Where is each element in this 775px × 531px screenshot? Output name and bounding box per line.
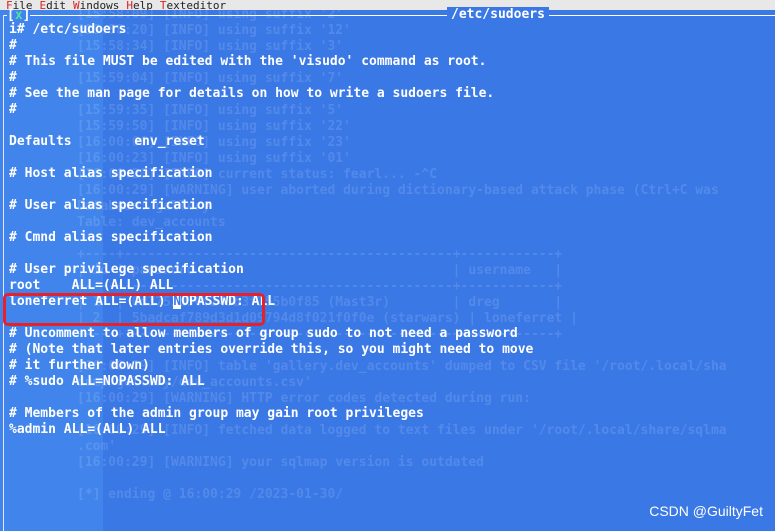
highlight-box: [3, 293, 265, 326]
window-left-border: [3, 15, 4, 531]
editor-line: # Host alias specification: [9, 166, 213, 181]
editor-line: i# /etc/sudoers: [9, 22, 127, 37]
watermark: CSDN @GuiltyFet: [649, 503, 763, 519]
window-title: /etc/sudoers: [447, 7, 549, 23]
menu-bar: File Edit Windows Help Texteditor: [0, 0, 775, 10]
editor-line: Defaults env_reset: [9, 134, 205, 149]
menu-texteditor[interactable]: Texteditor: [160, 0, 226, 10]
editor-line: # Uncomment to allow members of group su…: [9, 326, 518, 341]
menu-edit[interactable]: Edit: [40, 0, 67, 10]
editor-line: #: [9, 102, 17, 117]
editor-text-area[interactable]: i# /etc/sudoers # # This file MUST be edit…: [9, 22, 533, 438]
editor-line: #: [9, 70, 17, 85]
editor-line: # See the man page for details on how to…: [9, 86, 495, 101]
editor-line: # %sudo ALL=NOPASSWD: ALL: [9, 374, 205, 389]
background-line: [*] ending @ 16:00:29 /2023-01-30/: [77, 487, 344, 502]
editor-line: # This file MUST be edited with the 'vis…: [9, 54, 487, 69]
editor-line: # it further down): [9, 358, 150, 373]
editor-line: root ALL=(ALL) ALL: [9, 278, 174, 293]
editor-line: # Members of the admin group may gain ro…: [9, 406, 424, 421]
background-line: [77, 471, 727, 487]
editor-line: # Cmnd alias specification: [9, 230, 213, 245]
editor-line: # User privilege specification: [9, 262, 244, 277]
editor-line: %admin ALL=(ALL) ALL: [9, 422, 166, 437]
editor-line: # User alias specification: [9, 198, 213, 213]
editor-line: # (Note that later entries override this…: [9, 342, 534, 357]
close-button[interactable]: [x]: [7, 8, 30, 24]
title-border: [30, 15, 775, 16]
close-icon: x: [14, 8, 23, 23]
menu-help[interactable]: Help: [126, 0, 153, 10]
background-line: [16:00:29] [WARNING] your sqlmap version…: [77, 455, 484, 470]
menu-windows[interactable]: Windows: [73, 0, 119, 10]
background-line: .com': [77, 439, 117, 454]
editor-line: #: [9, 38, 17, 53]
